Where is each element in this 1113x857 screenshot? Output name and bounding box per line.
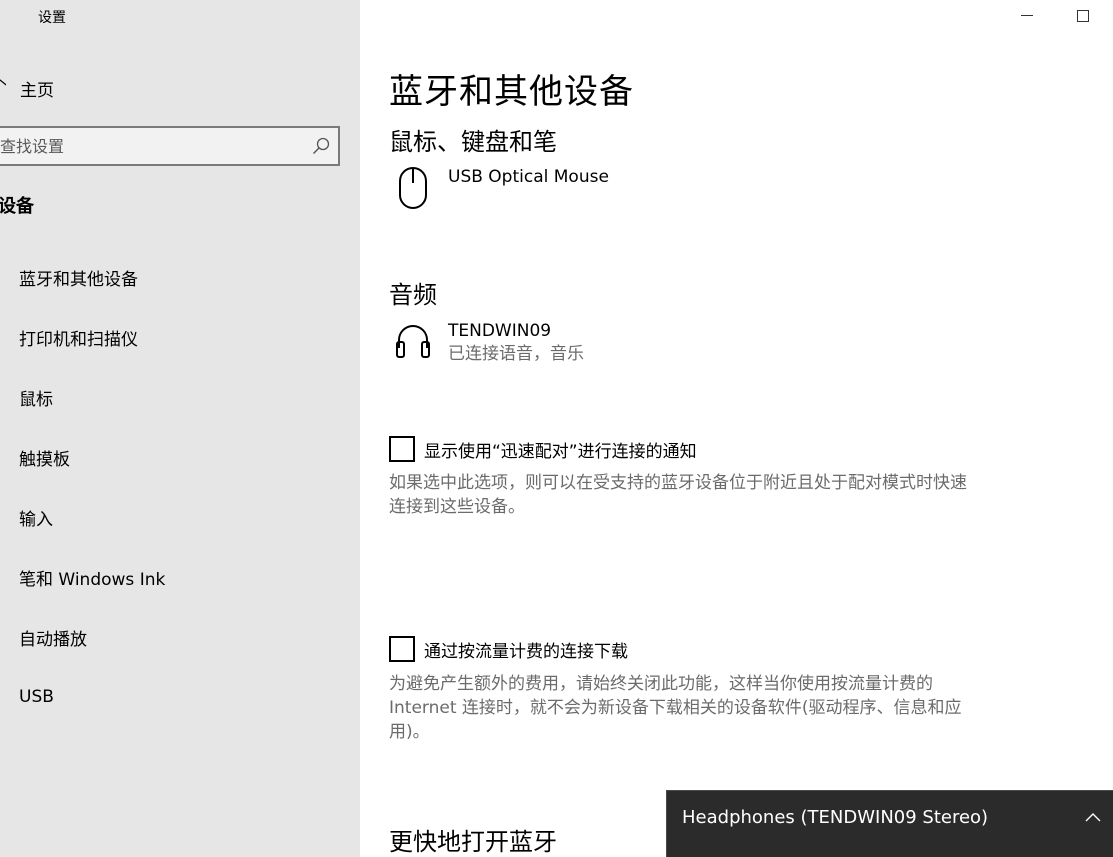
headphones-icon [389, 320, 437, 368]
metered-description: 为避免产生额外的费用，请始终关闭此功能，这样当你使用按流量计费的 Interne… [389, 674, 962, 742]
metered-label: 通过按流量计费的连接下载 [424, 641, 628, 662]
device-headphones[interactable]: TENDWIN09 已连接语音，音乐 [389, 320, 584, 368]
section-label-devices: 设备 [0, 196, 34, 217]
main-content: | 蓝牙和其他设备 鼠标、键盘和笔 USB Optical Mouse 音频 [360, 0, 1113, 857]
home-label: 主页 [20, 81, 54, 101]
search-input[interactable] [0, 128, 298, 164]
device-name: TENDWIN09 [448, 321, 552, 341]
swift-pair-checkbox-row[interactable]: 显示使用“迅速配对”进行连接的通知 [389, 436, 697, 462]
mouse-icon [389, 166, 437, 214]
swift-pair-checkbox[interactable] [389, 436, 415, 462]
chevron-up-icon[interactable] [1083, 809, 1103, 825]
page-title: 蓝牙和其他设备 [389, 72, 634, 112]
group-title-audio: 音频 [389, 281, 437, 309]
sidebar-item-autoplay[interactable]: 自动播放 [0, 615, 340, 659]
search-box[interactable] [0, 126, 340, 166]
swift-pair-description: 如果选中此选项，则可以在受支持的蓝牙设备位于附近且处于配对模式时快速连接到这些设… [389, 473, 967, 517]
maximize-button[interactable] [1055, 0, 1111, 32]
metered-checkbox-row[interactable]: 通过按流量计费的连接下载 [389, 636, 628, 662]
sidebar-item-pen[interactable]: 笔和 Windows Ink [0, 555, 340, 599]
search-icon[interactable] [312, 137, 330, 155]
sidebar: 设置 主页 设备 蓝牙和其他设备 打印机和扫描仪 鼠标 触摸板 输入 笔和 Wi… [0, 0, 360, 857]
toast-text: Headphones (TENDWIN09 Stereo) [682, 807, 989, 828]
audio-device-toast[interactable]: Headphones (TENDWIN09 Stereo) [666, 790, 1113, 857]
device-name: USB Optical Mouse [448, 167, 609, 187]
group-title-mouse: 鼠标、键盘和笔 [389, 128, 557, 156]
sidebar-item-usb[interactable]: USB [0, 675, 340, 719]
app-title: 设置 [38, 10, 66, 26]
sidebar-item-touchpad[interactable]: 触摸板 [0, 435, 340, 479]
home-icon [0, 78, 6, 98]
maximize-icon [1077, 10, 1089, 22]
sidebar-item-bluetooth[interactable]: 蓝牙和其他设备 [0, 255, 340, 299]
metered-checkbox[interactable] [389, 636, 415, 662]
faster-bluetooth-title: 更快地打开蓝牙 [389, 828, 557, 856]
sidebar-item-mouse[interactable]: 鼠标 [0, 375, 340, 419]
device-status: 已连接语音，音乐 [448, 344, 584, 364]
minimize-icon [1021, 15, 1033, 16]
device-mouse[interactable]: USB Optical Mouse [389, 166, 609, 214]
sidebar-item-printers[interactable]: 打印机和扫描仪 [0, 315, 340, 359]
window-controls: | [999, 0, 1113, 32]
minimize-button[interactable] [999, 0, 1055, 32]
sidebar-item-typing[interactable]: 输入 [0, 495, 340, 539]
home-nav[interactable]: 主页 [0, 74, 340, 102]
settings-window: 设置 主页 设备 蓝牙和其他设备 打印机和扫描仪 鼠标 触摸板 输入 笔和 Wi… [0, 0, 1113, 857]
swift-pair-label: 显示使用“迅速配对”进行连接的通知 [424, 441, 697, 462]
